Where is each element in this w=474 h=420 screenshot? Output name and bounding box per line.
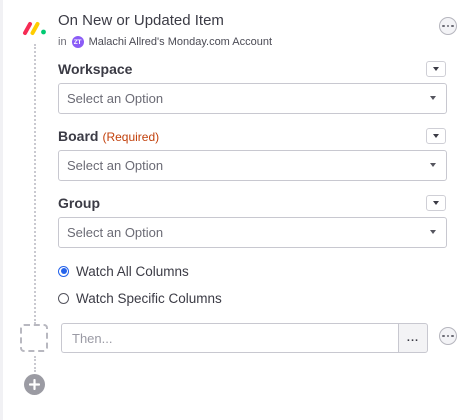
empty-step-icon (20, 324, 48, 352)
add-step-button[interactable] (24, 374, 45, 395)
account-prefix: in (58, 36, 67, 48)
workspace-label: Workspace (58, 61, 133, 77)
caret-down-icon (433, 134, 439, 138)
group-label: Group (58, 195, 100, 211)
watch-all-columns-label: Watch All Columns (76, 263, 189, 279)
group-select[interactable]: Select an Option (58, 217, 447, 248)
dropdown-arrow-icon (430, 230, 436, 234)
board-select[interactable]: Select an Option (58, 150, 447, 181)
dropdown-arrow-icon (430, 96, 436, 100)
account-row: in ZT Malachi Allred's Monday.com Accoun… (58, 34, 272, 50)
workspace-options-toggle[interactable] (426, 61, 446, 77)
dropdown-arrow-icon (430, 163, 436, 167)
more-dots-icon (442, 24, 454, 28)
workspace-select-value: Select an Option (67, 91, 164, 106)
caret-down-icon (433, 67, 439, 71)
account-avatar: ZT (71, 36, 84, 48)
board-select-value: Select an Option (67, 158, 164, 173)
workflow-panel: On New or Updated Item in ZT Malachi All… (0, 0, 474, 420)
board-label: Board (Required) (58, 128, 160, 144)
then-step-input[interactable] (61, 323, 398, 353)
more-dots-icon (442, 334, 454, 338)
board-options-toggle[interactable] (426, 128, 446, 144)
caret-down-icon (433, 201, 439, 205)
timeline-connector-lower (34, 356, 36, 372)
trigger-more-button[interactable] (439, 17, 457, 35)
trigger-title: On New or Updated Item (58, 12, 224, 29)
panel-edge (0, 0, 3, 420)
then-step-more-button[interactable] (439, 327, 457, 345)
monday-logo-icon (23, 22, 46, 35)
account-name[interactable]: Malachi Allred's Monday.com Account (89, 36, 272, 48)
group-options-toggle[interactable] (426, 195, 446, 211)
plus-icon (29, 379, 40, 390)
required-indicator: (Required) (102, 130, 160, 144)
radio-checked-icon[interactable] (58, 265, 69, 277)
group-select-value: Select an Option (67, 225, 164, 240)
workspace-select[interactable]: Select an Option (58, 83, 447, 114)
then-step-browse-button[interactable]: ... (398, 323, 428, 353)
watch-all-columns-option[interactable]: Watch All Columns (58, 262, 189, 280)
watch-specific-columns-label: Watch Specific Columns (76, 290, 222, 306)
watch-specific-columns-option[interactable]: Watch Specific Columns (58, 289, 222, 307)
timeline-connector (34, 44, 36, 324)
radio-unchecked-icon[interactable] (58, 292, 69, 304)
